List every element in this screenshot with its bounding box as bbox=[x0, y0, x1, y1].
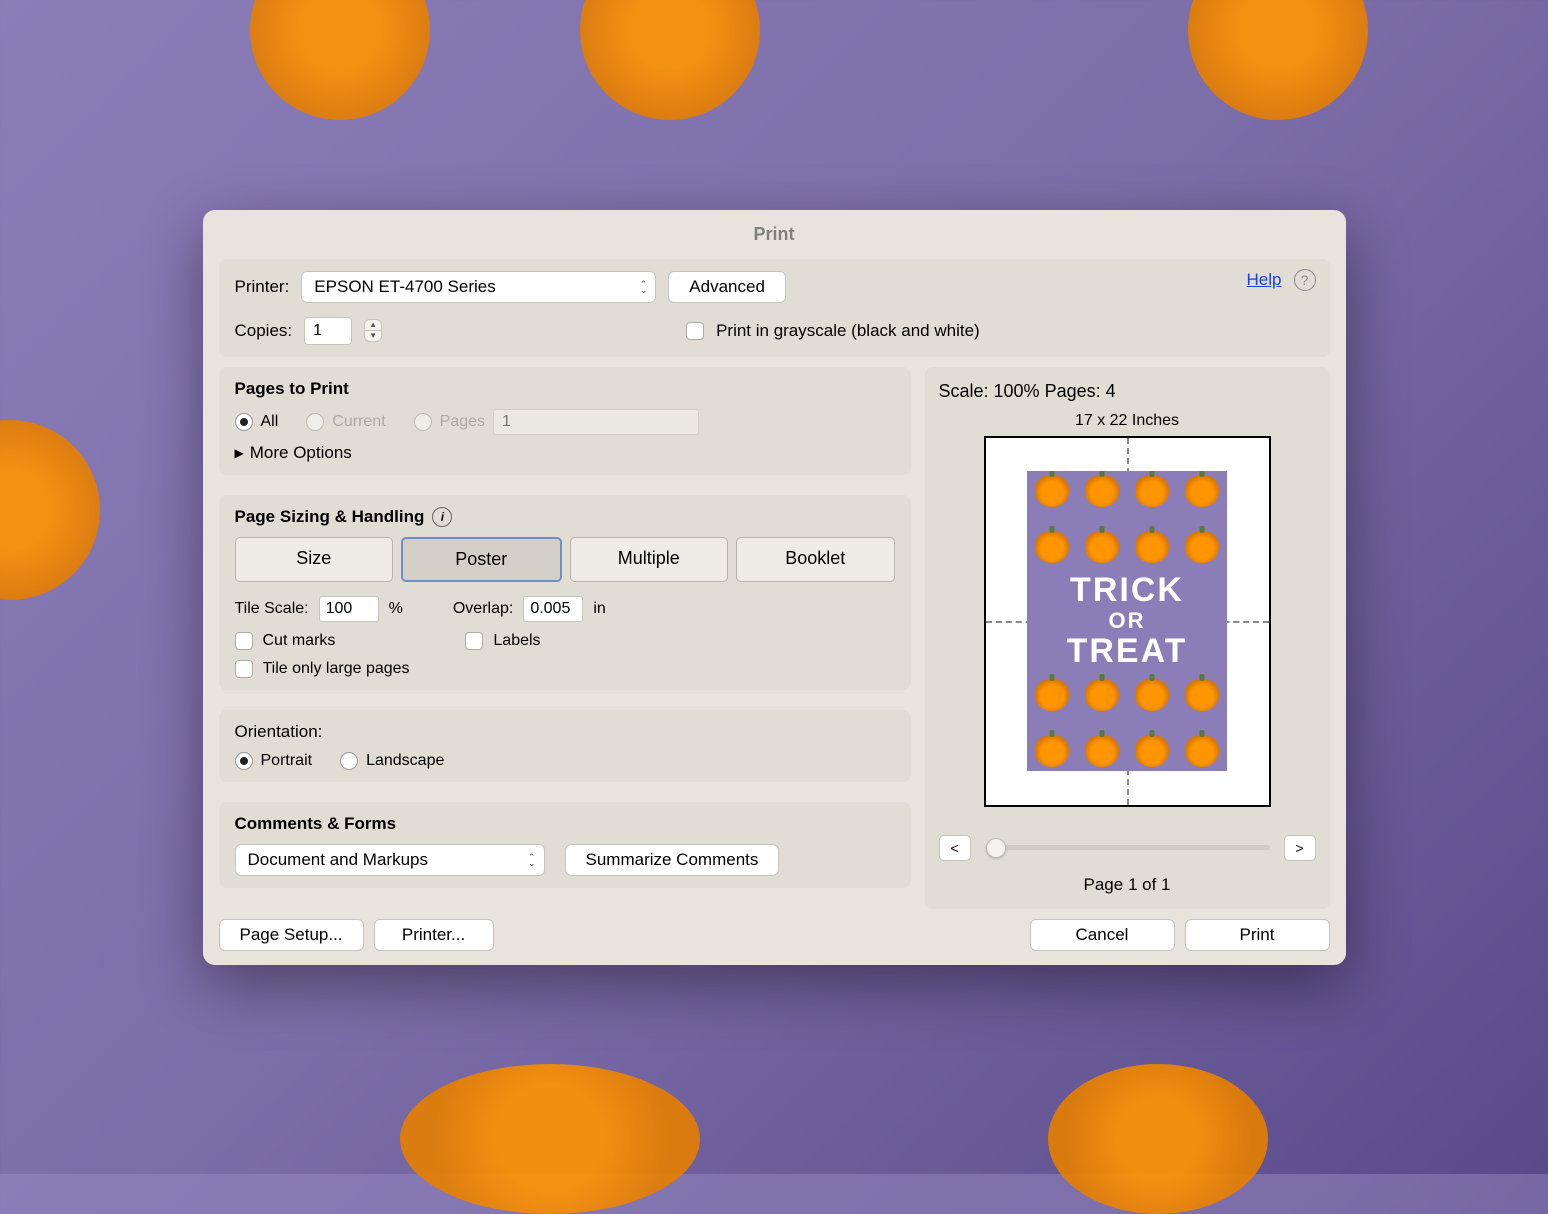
page-sizing-panel: Page Sizing & Handling i Size Poster Mul… bbox=[219, 495, 911, 690]
preview-panel: Scale: 100% Pages: 4 17 x 22 Inches TRIC… bbox=[925, 367, 1330, 909]
pages-range-radio[interactable] bbox=[414, 413, 432, 431]
overlap-label: Overlap: bbox=[453, 600, 513, 618]
print-button[interactable]: Print bbox=[1185, 919, 1330, 951]
comments-title: Comments & Forms bbox=[235, 814, 895, 834]
tile-scale-input[interactable] bbox=[319, 596, 379, 622]
labels-label: Labels bbox=[493, 632, 540, 650]
preview-prev-button[interactable]: < bbox=[939, 835, 971, 861]
help-link[interactable]: Help bbox=[1247, 270, 1282, 290]
poster-text-line2: OR bbox=[1109, 609, 1146, 633]
sizing-poster-button[interactable]: Poster bbox=[401, 537, 562, 582]
pages-current-label: Current bbox=[332, 413, 385, 431]
copies-stepper[interactable]: ▲ ▼ bbox=[364, 319, 382, 342]
grayscale-checkbox[interactable] bbox=[686, 322, 704, 340]
printer-label: Printer: bbox=[235, 277, 290, 297]
more-options-label: More Options bbox=[250, 443, 352, 463]
pages-all-label: All bbox=[261, 413, 279, 431]
pages-all-radio[interactable] bbox=[235, 413, 253, 431]
stepper-up-icon[interactable]: ▲ bbox=[365, 320, 381, 331]
dialog-footer: Page Setup... Printer... Cancel Print bbox=[219, 919, 1330, 951]
preview-box: TRICK OR TREAT bbox=[984, 436, 1271, 807]
comments-select-value: Document and Markups bbox=[248, 850, 428, 870]
tile-scale-unit: % bbox=[389, 600, 403, 618]
orientation-panel: Orientation: Portrait Landscape bbox=[219, 710, 911, 782]
pages-title: Pages to Print bbox=[235, 379, 895, 399]
summarize-comments-button[interactable]: Summarize Comments bbox=[565, 844, 780, 876]
sizing-booklet-button[interactable]: Booklet bbox=[736, 537, 895, 582]
printer-panel: Help ? Printer: EPSON ET-4700 Series Adv… bbox=[219, 259, 1330, 357]
poster-thumbnail: TRICK OR TREAT bbox=[1027, 471, 1227, 771]
overlap-input[interactable] bbox=[523, 596, 583, 622]
pages-current-radio[interactable] bbox=[306, 413, 324, 431]
cut-marks-label: Cut marks bbox=[263, 632, 336, 650]
printer-select-value: EPSON ET-4700 Series bbox=[314, 277, 495, 297]
sizing-title: Page Sizing & Handling bbox=[235, 507, 425, 527]
preview-next-button[interactable]: > bbox=[1284, 835, 1316, 861]
printer-select[interactable]: EPSON ET-4700 Series bbox=[301, 271, 656, 303]
slider-thumb[interactable] bbox=[986, 838, 1006, 858]
tile-only-label: Tile only large pages bbox=[263, 660, 410, 678]
grayscale-label: Print in grayscale (black and white) bbox=[716, 321, 980, 341]
advanced-button[interactable]: Advanced bbox=[668, 271, 786, 303]
portrait-label: Portrait bbox=[261, 752, 313, 770]
sizing-multiple-button[interactable]: Multiple bbox=[570, 537, 729, 582]
poster-text-line3: TREAT bbox=[1067, 633, 1188, 670]
cancel-button[interactable]: Cancel bbox=[1030, 919, 1175, 951]
orientation-title: Orientation: bbox=[235, 722, 895, 742]
labels-checkbox[interactable] bbox=[465, 632, 483, 650]
page-indicator: Page 1 of 1 bbox=[939, 875, 1316, 895]
page-setup-button[interactable]: Page Setup... bbox=[219, 919, 364, 951]
pages-range-input[interactable] bbox=[493, 409, 699, 435]
landscape-radio[interactable] bbox=[340, 752, 358, 770]
disclosure-triangle-icon: ▶ bbox=[235, 446, 244, 460]
landscape-label: Landscape bbox=[366, 752, 444, 770]
copies-input[interactable] bbox=[304, 317, 352, 345]
comments-panel: Comments & Forms Document and Markups Su… bbox=[219, 802, 911, 888]
more-options-toggle[interactable]: ▶ More Options bbox=[235, 443, 895, 463]
tile-scale-label: Tile Scale: bbox=[235, 600, 309, 618]
tile-only-checkbox[interactable] bbox=[235, 660, 253, 678]
print-dialog: Print Help ? Printer: EPSON ET-4700 Seri… bbox=[203, 210, 1346, 965]
preview-dimensions: 17 x 22 Inches bbox=[939, 412, 1316, 430]
help-icon[interactable]: ? bbox=[1294, 269, 1316, 291]
dialog-title: Print bbox=[203, 210, 1346, 259]
preview-slider[interactable] bbox=[985, 845, 1270, 850]
cut-marks-checkbox[interactable] bbox=[235, 632, 253, 650]
pages-to-print-panel: Pages to Print All Current Pages bbox=[219, 367, 911, 475]
pages-range-label: Pages bbox=[440, 413, 485, 431]
comments-select[interactable]: Document and Markups bbox=[235, 844, 545, 876]
preview-status: Scale: 100% Pages: 4 bbox=[939, 381, 1316, 402]
portrait-radio[interactable] bbox=[235, 752, 253, 770]
stepper-down-icon[interactable]: ▼ bbox=[365, 331, 381, 341]
printer-settings-button[interactable]: Printer... bbox=[374, 919, 494, 951]
sizing-size-button[interactable]: Size bbox=[235, 537, 394, 582]
info-icon[interactable]: i bbox=[432, 507, 452, 527]
copies-label: Copies: bbox=[235, 321, 293, 341]
sizing-title-row: Page Sizing & Handling i bbox=[235, 507, 895, 527]
overlap-unit: in bbox=[593, 600, 605, 618]
poster-text-line1: TRICK bbox=[1070, 572, 1184, 609]
